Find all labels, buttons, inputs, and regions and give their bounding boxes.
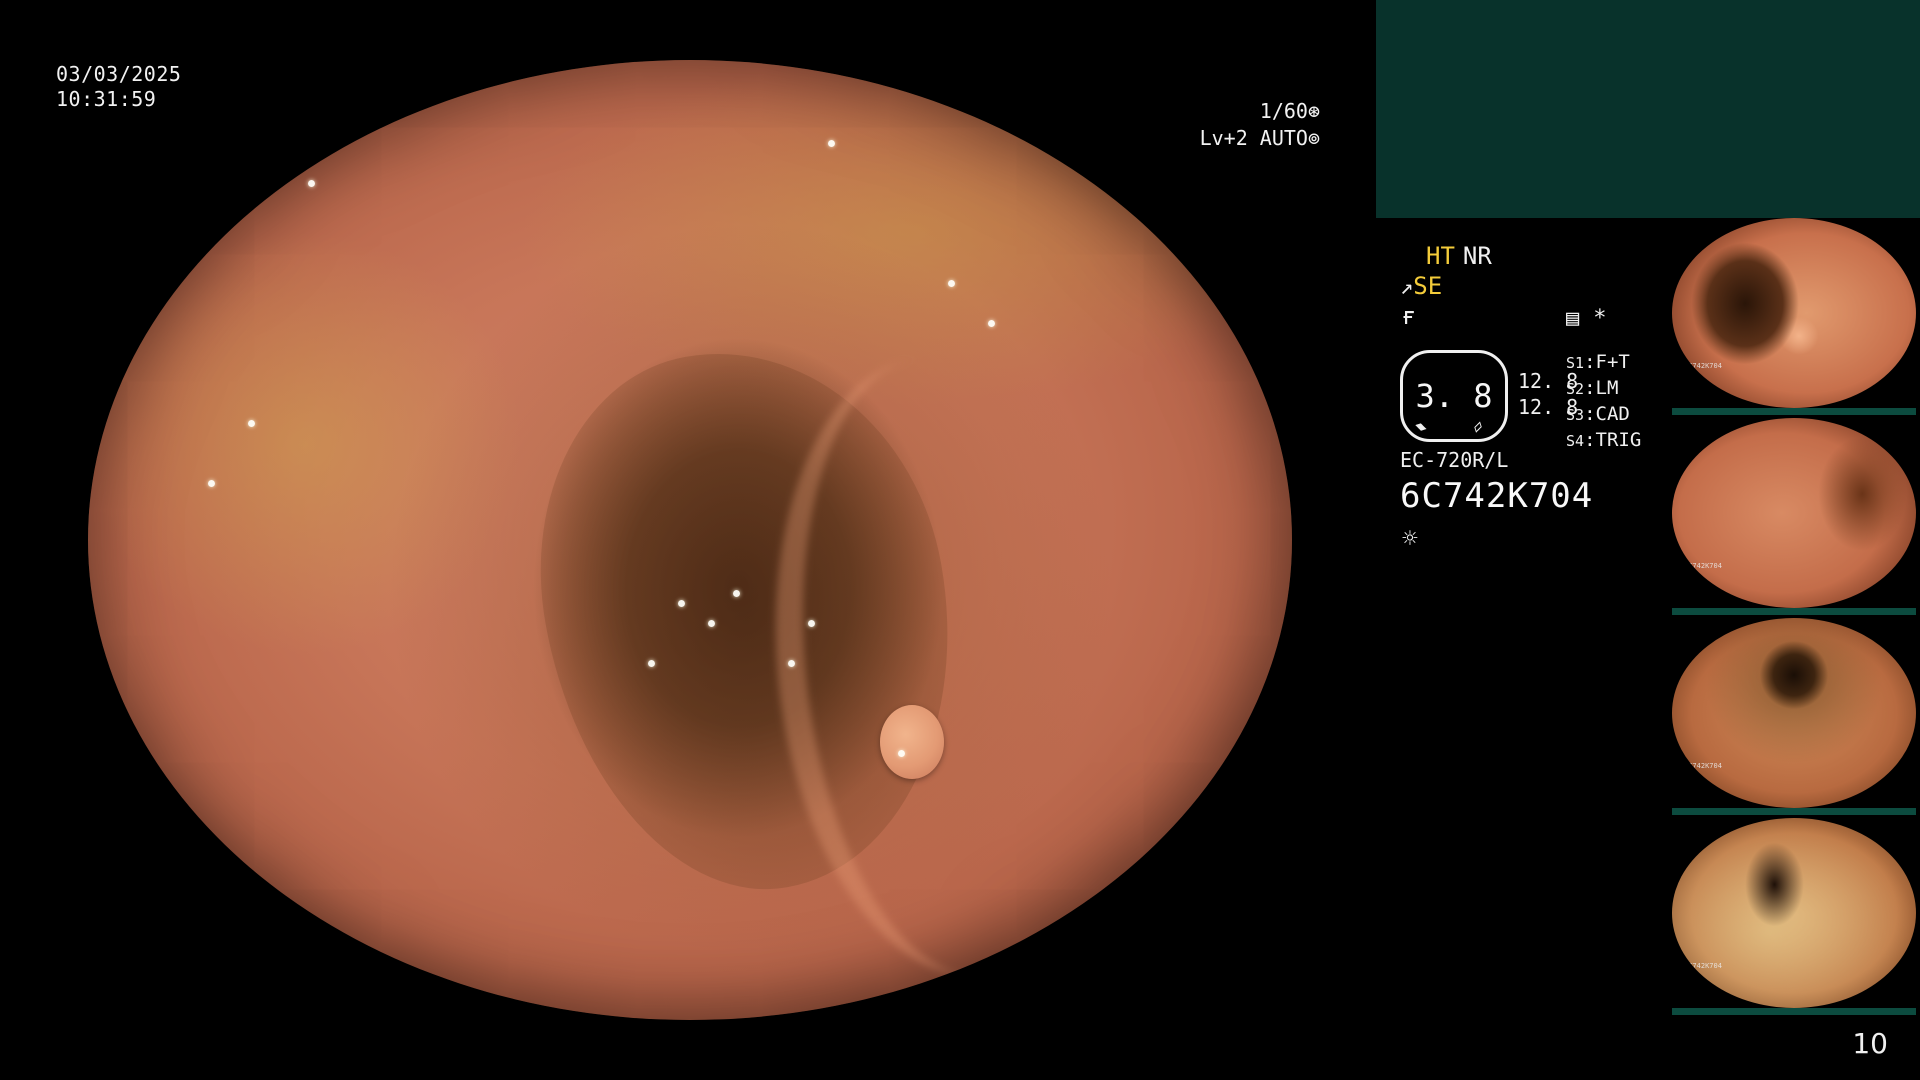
specular-highlight <box>1218 260 1225 267</box>
memory-card-icon: ▤ <box>1566 306 1580 331</box>
nr-indicator: NR <box>1462 242 1492 270</box>
time-text: 10:31:59 <box>56 87 157 111</box>
shutter-speed-row: 1/60⊛ <box>1200 98 1320 125</box>
auto-iris-icon: ⊚ <box>1307 126 1320 150</box>
switch-value: LM <box>1595 377 1619 399</box>
thumbnail-caption: 6C742K704 <box>1684 562 1722 570</box>
specular-highlight <box>308 180 315 187</box>
switch-key: S1 <box>1566 354 1585 372</box>
specular-highlight <box>208 480 215 487</box>
thumbnail-caption: 6C742K704 <box>1684 762 1722 770</box>
scope-serial-number: 6C742K704 <box>1400 476 1594 516</box>
zoom-gauge-value: 3. 8 <box>1415 377 1493 415</box>
aperture-icon: ⊛ <box>1307 99 1320 123</box>
thumbnail-caption: 6C742K704 <box>1684 362 1722 370</box>
specular-highlight <box>733 590 740 597</box>
shutter-speed-text: 1/60 <box>1259 99 1308 123</box>
specular-highlight <box>808 620 815 627</box>
switch-key: S2 <box>1566 380 1585 398</box>
switch-row: S2:LM <box>1566 377 1619 399</box>
date-text: 03/03/2025 <box>56 62 182 86</box>
light-level-text: Lv+2 AUTO <box>1199 126 1308 150</box>
endoscopic-live-view <box>88 60 1292 1020</box>
thumbnail-divider <box>1672 408 1916 415</box>
switch-value: CAD <box>1595 403 1630 425</box>
switch-row: S3:CAD <box>1566 403 1630 425</box>
switch-row: S1:F+T <box>1566 351 1630 373</box>
switch-key: S3 <box>1566 406 1585 424</box>
processor-status-panel: HT NR ↗SE ғ ▤ * 3. 8 ▰ ▱ 12. 8 12. 8 S1:F+… <box>1400 240 1670 570</box>
thumbnail-caption: 6C742K704 <box>1684 962 1722 970</box>
scope-model: EC-720R/L <box>1400 448 1509 472</box>
freeze-icon: ғ <box>1402 302 1417 330</box>
captured-image-thumbnail[interactable]: 6C742K704 <box>1672 218 1916 408</box>
specular-highlight <box>948 280 955 287</box>
captured-images-strip: 6C742K704 6C742K704 6C742K704 6C742K704 <box>1672 218 1920 1018</box>
specular-highlight <box>248 420 255 427</box>
page-number: 10 <box>1852 1027 1888 1060</box>
specular-highlight <box>988 320 995 327</box>
se-indicator: SE <box>1413 272 1443 300</box>
specular-highlight <box>708 620 715 627</box>
thumbnail-divider <box>1672 608 1916 615</box>
exposure-readout: 1/60⊛ Lv+2 AUTO⊚ <box>1200 98 1320 152</box>
switch-key: S4 <box>1566 432 1585 450</box>
captured-image-thumbnail[interactable]: 6C742K704 <box>1672 418 1916 608</box>
thumbnail-divider <box>1672 808 1916 815</box>
recording-icons: ▤ * <box>1566 306 1607 331</box>
switch-value: TRIG <box>1595 429 1642 451</box>
info-panel <box>1376 0 1920 218</box>
ht-indicator: HT <box>1426 242 1455 270</box>
specular-highlight <box>678 600 685 607</box>
date-time-readout: 03/03/2025 10:31:59 <box>56 62 181 112</box>
star-icon: * <box>1593 306 1607 331</box>
switch-row: S4:TRIG <box>1566 429 1642 451</box>
thumbnail-divider <box>1672 1008 1916 1015</box>
se-row: ↗SE <box>1400 272 1442 300</box>
specular-highlight <box>648 660 655 667</box>
scope-switch-assignments: S1:F+T S2:LM S3:CAD S4:TRIG <box>1566 350 1641 454</box>
ht-nr-row: HT NR <box>1426 242 1492 270</box>
captured-image-thumbnail[interactable]: 6C742K704 <box>1672 618 1916 808</box>
specular-highlight <box>828 140 835 147</box>
endoscopy-screen: 03/03/2025 10:31:59 1/60⊛ Lv+2 AUTO⊚ HT N… <box>0 0 1920 1080</box>
brightness-icon: ☼ <box>1402 524 1418 554</box>
polyp-lesion <box>880 705 944 779</box>
switch-value: F+T <box>1595 351 1630 373</box>
specular-highlight <box>898 750 905 757</box>
se-icon: ↗ <box>1400 275 1414 300</box>
captured-image-thumbnail[interactable]: 6C742K704 <box>1672 818 1916 1008</box>
light-level-row: Lv+2 AUTO⊚ <box>1200 125 1320 152</box>
specular-highlight <box>788 660 795 667</box>
